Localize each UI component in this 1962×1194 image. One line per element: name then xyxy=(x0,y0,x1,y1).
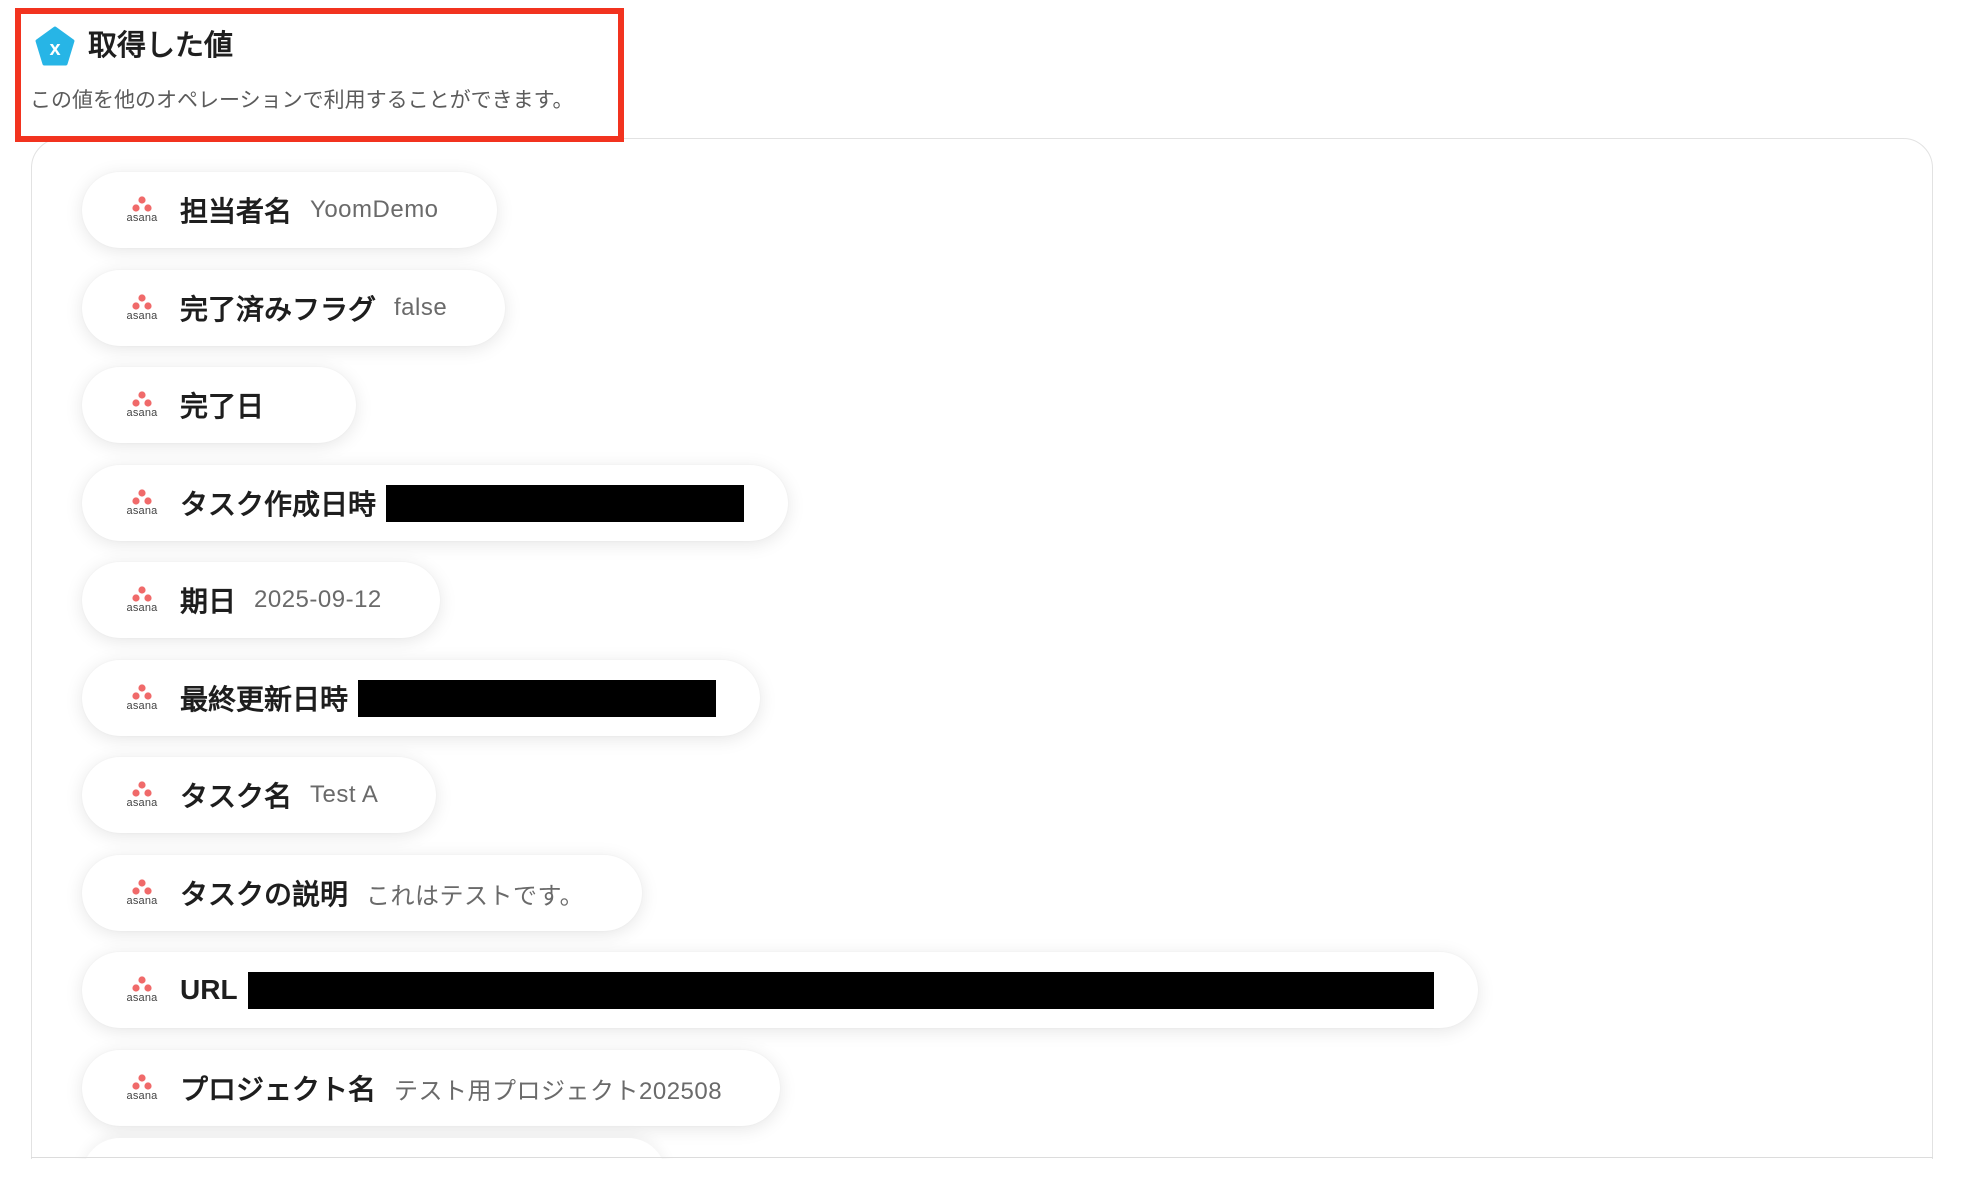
redacted-value xyxy=(358,679,717,717)
page: x 取得した値 この値を他のオペレーションで利用することができます。 asana… xyxy=(0,0,1962,1194)
panel-divider xyxy=(31,1157,1933,1158)
value-label: プロジェクト名 xyxy=(180,1074,377,1105)
svg-text:x: x xyxy=(49,38,60,60)
value-label: 担当者名 xyxy=(180,196,293,227)
asana-icon: asana xyxy=(122,486,162,520)
value-chip[interactable]: asana 期日 2025-09-12 xyxy=(82,562,440,638)
asana-icon: asana xyxy=(122,876,162,910)
redacted-value xyxy=(247,971,1434,1009)
asana-icon: asana xyxy=(122,193,162,227)
value-chip[interactable]: asana タスクの説明 これはテストです。 xyxy=(82,855,643,931)
value-text: テスト用プロジェクト202508 xyxy=(394,1077,723,1105)
value-chip[interactable]: asana 担当者名 YoomDemo xyxy=(82,172,497,248)
asana-icon: asana xyxy=(122,973,162,1007)
redacted-value xyxy=(386,484,745,522)
value-label: 完了済みフラグ xyxy=(180,294,377,325)
asana-icon: asana xyxy=(122,1071,162,1105)
asana-wordmark: asana xyxy=(126,797,158,809)
asana-wordmark: asana xyxy=(126,407,158,419)
asana-wordmark: asana xyxy=(126,505,158,517)
value-text: これはテストです。 xyxy=(366,882,585,910)
asana-wordmark: asana xyxy=(126,602,158,614)
asana-icon: asana xyxy=(122,583,162,617)
value-text: Test A xyxy=(310,781,379,808)
asana-wordmark: asana xyxy=(126,895,158,907)
value-label: 完了日 xyxy=(180,391,265,422)
value-chip[interactable]: asana タスク作成日時 xyxy=(82,465,789,541)
value-chip[interactable]: asana 最終更新日時 xyxy=(82,660,761,736)
value-label: タスク作成日時 xyxy=(180,489,377,520)
value-chip[interactable]: asana URL xyxy=(82,952,1478,1028)
value-chip[interactable]: asana 完了済みフラグ false xyxy=(82,270,506,346)
asana-wordmark: asana xyxy=(126,1090,158,1102)
value-label: タスクの説明 xyxy=(180,879,349,910)
value-chip[interactable]: asana タスク名 Test A xyxy=(82,757,437,833)
asana-icon: asana xyxy=(122,778,162,812)
panel-bottom-area xyxy=(31,1159,1933,1194)
header-description: この値を他のオペレーションで利用することができます。 xyxy=(30,89,574,112)
asana-wordmark: asana xyxy=(126,992,158,1004)
asana-wordmark: asana xyxy=(126,310,158,322)
value-label: 最終更新日時 xyxy=(180,684,349,715)
value-text: 2025-09-12 xyxy=(254,586,382,613)
asana-icon: asana xyxy=(122,388,162,422)
value-chip[interactable]: asana プロジェクト名 テスト用プロジェクト202508 xyxy=(82,1050,781,1126)
value-chip[interactable]: asana 完了日 xyxy=(82,367,357,443)
value-label: 期日 xyxy=(180,586,237,617)
asana-wordmark: asana xyxy=(126,700,158,712)
asana-icon: asana xyxy=(122,681,162,715)
value-text: YoomDemo xyxy=(310,196,439,223)
value-label: タスク名 xyxy=(180,781,293,812)
asana-icon: asana xyxy=(122,291,162,325)
header-title: 取得した値 xyxy=(88,30,234,62)
asana-wordmark: asana xyxy=(126,212,158,224)
value-text: false xyxy=(394,294,448,321)
value-label: URL xyxy=(180,974,238,1005)
yoom-x-icon: x xyxy=(35,26,75,66)
